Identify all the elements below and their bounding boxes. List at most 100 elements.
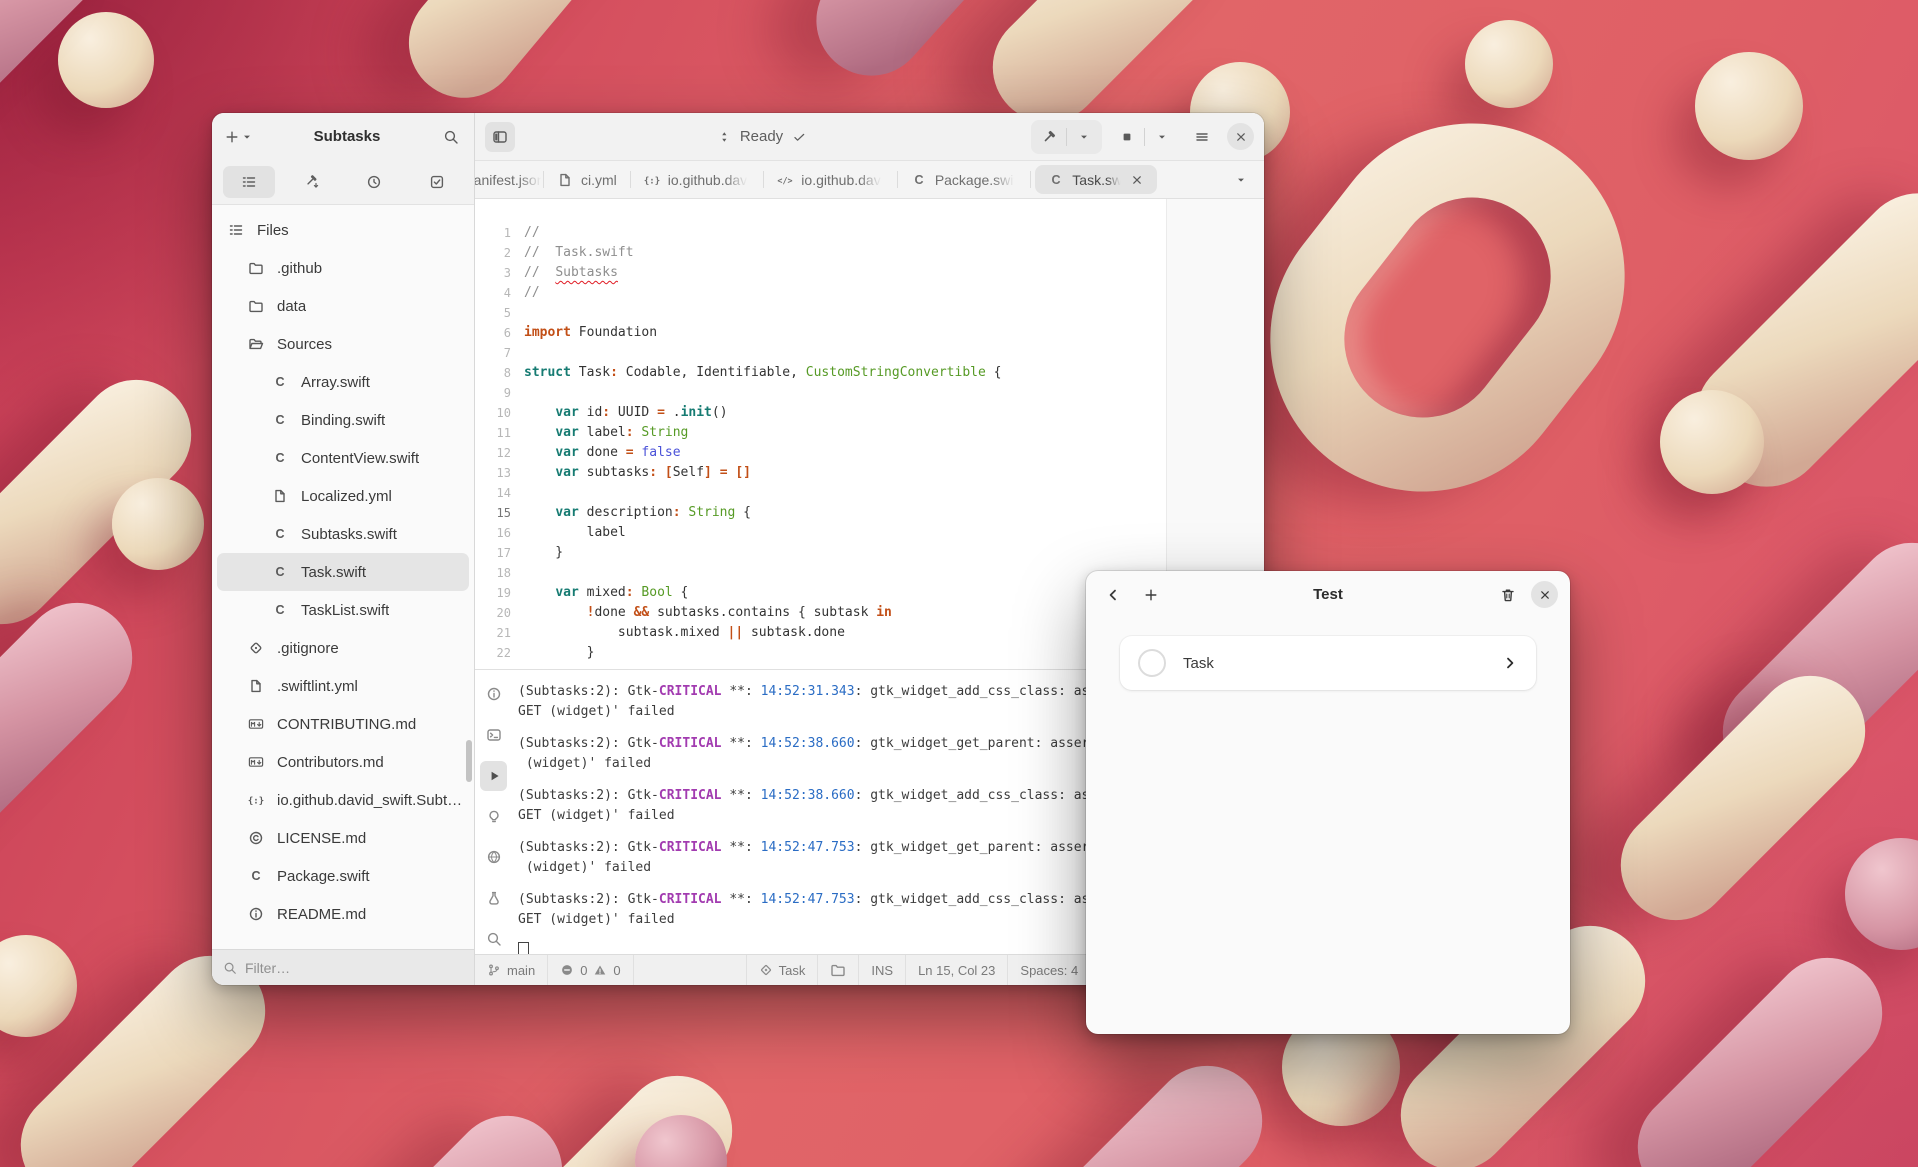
tab-manifest-json[interactable]: manifest.json: [475, 162, 543, 198]
tree-item-task-swift[interactable]: CTask.swift: [217, 553, 469, 591]
tree-item-contributors-md[interactable]: Contributors.md: [217, 743, 469, 781]
pane-button-search[interactable]: [480, 924, 507, 954]
svg-text:C: C: [275, 603, 284, 617]
panel-button-build-arrow[interactable]: [286, 166, 338, 198]
file-icon: [557, 172, 573, 188]
build-button[interactable]: [1034, 122, 1064, 152]
menu-icon: [1194, 129, 1210, 145]
divider: [1066, 128, 1067, 146]
line-content: [511, 483, 524, 503]
panel-button-list[interactable]: [223, 166, 275, 198]
search-button[interactable]: [436, 122, 466, 152]
tree-item--github[interactable]: .github: [217, 249, 469, 287]
pane-button-terminal[interactable]: [480, 720, 507, 750]
tree-item-label: README.md: [277, 906, 366, 923]
run-target-indicator[interactable]: Task: [747, 955, 819, 985]
tab-task-sw[interactable]: CTask.sw: [1035, 165, 1157, 194]
tree-item-label: Array.swift: [301, 374, 370, 391]
tree-item-license-md[interactable]: LICENSE.md: [217, 819, 469, 857]
tree-item-label: Localized.yml: [301, 488, 392, 505]
pane-button-bulb[interactable]: [480, 802, 507, 832]
chevron-right-icon[interactable]: [1502, 655, 1518, 671]
indentation-indicator[interactable]: Spaces: 4: [1008, 955, 1091, 985]
tree-item-io-github-david-swift-subt-[interactable]: {:}io.github.david_swift.Subt…: [217, 781, 469, 819]
tab-io-github-davi[interactable]: </>io.github.davi: [764, 162, 897, 198]
pill-top-shape: [1465, 20, 1553, 108]
project-folder-button[interactable]: [818, 955, 859, 985]
line-number: 10: [475, 403, 511, 423]
pill-top-shape: [1695, 52, 1803, 160]
tree-item-binding-swift[interactable]: CBinding.swift: [217, 401, 469, 439]
tree-item-subtasks-swift[interactable]: CSubtasks.swift: [217, 515, 469, 553]
open-pages-button[interactable]: [1226, 165, 1256, 195]
window-close-button[interactable]: [1227, 123, 1254, 150]
omnibar[interactable]: Ready: [717, 128, 806, 145]
build-options-button[interactable]: [1069, 122, 1099, 152]
tree-item-tasklist-swift[interactable]: CTaskList.swift: [217, 591, 469, 629]
error-icon: [560, 963, 574, 977]
close-icon: [1234, 130, 1248, 144]
pane-button-flask[interactable]: [480, 883, 507, 913]
pane-button-info[interactable]: [480, 679, 507, 709]
menu-button[interactable]: [1187, 122, 1217, 152]
tree-item-package-swift[interactable]: CPackage.swift: [217, 857, 469, 895]
run-options-button[interactable]: [1147, 122, 1177, 152]
panel-button-todo[interactable]: [411, 166, 463, 198]
tab-ci-yml[interactable]: ci.yml: [544, 162, 630, 198]
window-close-button[interactable]: [1531, 581, 1558, 608]
tree-item-localized-yml[interactable]: Localized.yml: [217, 477, 469, 515]
close-icon[interactable]: [1130, 173, 1144, 187]
folder-open-icon: [246, 336, 266, 352]
line-number: 9: [475, 383, 511, 403]
c-icon: C: [1048, 172, 1064, 188]
tree-item-readme-md[interactable]: README.md: [217, 895, 469, 933]
tab-io-github-davi[interactable]: {:}io.github.davi: [631, 162, 764, 198]
clock-icon: [366, 174, 382, 190]
tree-item-contributing-md[interactable]: CONTRIBUTING.md: [217, 705, 469, 743]
file-icon: [246, 678, 266, 694]
tab-label: ci.yml: [581, 172, 617, 188]
tab-package-swif[interactable]: CPackage.swif: [898, 162, 1030, 198]
task-row[interactable]: Task: [1120, 636, 1536, 690]
tree-item-sources[interactable]: Sources: [217, 325, 469, 363]
c-icon: C: [270, 602, 290, 618]
filter-input[interactable]: Filter…: [212, 949, 474, 985]
tree-item-files[interactable]: Files: [217, 211, 469, 249]
cursor-position-indicator[interactable]: Ln 15, Col 23: [906, 955, 1008, 985]
diagnostics-indicator[interactable]: 0 0: [548, 955, 633, 985]
sidebar-scrollbar[interactable]: [466, 740, 472, 782]
markdown-icon: [246, 716, 266, 732]
tree-item--gitignore[interactable]: .gitignore: [217, 629, 469, 667]
add-task-button[interactable]: [1136, 580, 1166, 610]
pane-button-globe[interactable]: [480, 842, 507, 872]
tree-item-array-swift[interactable]: CArray.swift: [217, 363, 469, 401]
flask-icon: [486, 890, 502, 906]
git-branch-indicator[interactable]: main: [475, 955, 548, 985]
target-icon: [759, 963, 773, 977]
code-line-7: 7: [475, 343, 1264, 363]
plus-icon: [224, 129, 240, 145]
check-icon: [792, 130, 806, 144]
search-icon: [223, 961, 237, 975]
back-button[interactable]: [1098, 580, 1128, 610]
sidebar-panel-switcher: [212, 160, 474, 205]
window-title: Test: [1313, 586, 1343, 603]
tab-label: io.github.davi: [801, 172, 884, 188]
tree-item--swiftlint-yml[interactable]: .swiftlint.yml: [217, 667, 469, 705]
new-document-button[interactable]: [220, 122, 258, 152]
input-mode-indicator[interactable]: INS: [859, 955, 906, 985]
task-checkbox[interactable]: [1138, 649, 1166, 677]
stop-button[interactable]: [1112, 122, 1142, 152]
code-line-12: 12 var done = false: [475, 443, 1264, 463]
tree-item-label: LICENSE.md: [277, 830, 366, 847]
error-count: 0: [580, 963, 587, 978]
line-content: subtask.mixed || subtask.done: [511, 623, 845, 643]
test-headerbar: Test: [1086, 571, 1570, 618]
pane-button-play[interactable]: [480, 761, 507, 791]
tree-item-data[interactable]: data: [217, 287, 469, 325]
delete-list-button[interactable]: [1493, 580, 1523, 610]
panel-button-clock[interactable]: [348, 166, 400, 198]
toggle-sidebar-button[interactable]: [485, 122, 515, 152]
tree-item-contentview-swift[interactable]: CContentView.swift: [217, 439, 469, 477]
tab-separator: [1030, 171, 1031, 188]
